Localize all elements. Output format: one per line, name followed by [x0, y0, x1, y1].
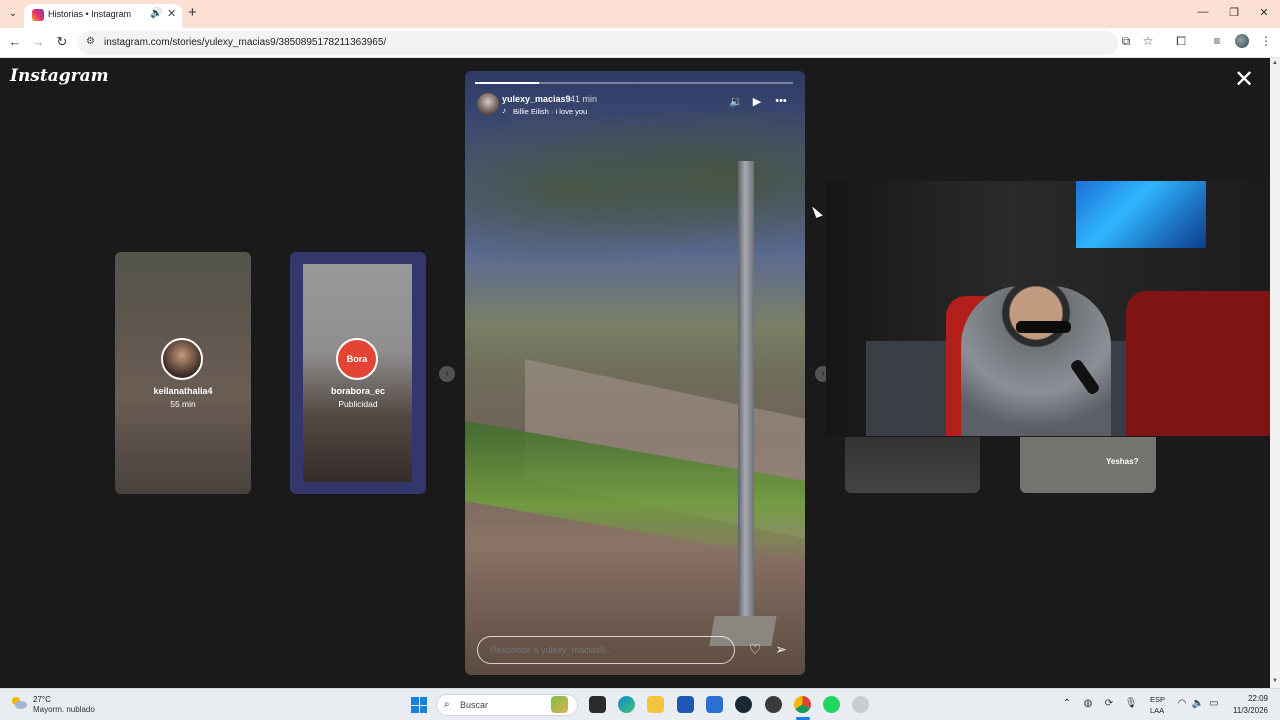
story-time: 55 min: [170, 399, 196, 409]
story-preview-keilanathalia4[interactable]: keilanathalia4 55 min: [115, 252, 251, 494]
profile-avatar[interactable]: [1235, 34, 1249, 48]
mute-icon[interactable]: 🔉: [728, 95, 744, 108]
back-icon[interactable]: ←: [6, 34, 24, 49]
task-view-icon[interactable]: [589, 696, 606, 713]
story-username: keilanathalia4: [153, 386, 213, 396]
window-close-icon[interactable]: ✕: [1254, 6, 1274, 19]
page-scrollbar[interactable]: ▲ ▼: [1270, 58, 1280, 688]
scroll-up-icon[interactable]: ▲: [1270, 60, 1280, 66]
weather-temperature[interactable]: 27°C: [33, 695, 51, 704]
avatar[interactable]: [477, 93, 499, 115]
media-controls-icon[interactable]: ≡: [1208, 34, 1226, 48]
story-preview-borabora-ec[interactable]: Bora borabora_ec Publicidad: [290, 252, 426, 494]
story-preview-right[interactable]: Yeshas?: [1020, 437, 1156, 493]
forward-icon[interactable]: →: [29, 34, 47, 49]
webcam-tv: [1076, 181, 1206, 248]
extensions-icon[interactable]: ⧠: [1172, 34, 1190, 49]
story-photo-lamp-pole: [738, 161, 754, 641]
browser-tab[interactable]: Historias • Instagram 🔊 ✕: [24, 4, 182, 28]
site-info-icon[interactable]: ⚙: [86, 36, 95, 47]
keyboard-layout[interactable]: LAA: [1150, 706, 1164, 715]
instagram-logo[interactable]: Instagram: [10, 66, 109, 86]
edge-icon[interactable]: [618, 696, 635, 713]
reload-icon[interactable]: ↻: [53, 34, 71, 50]
browser-titlebar: ⌄ Historias • Instagram 🔊 ✕ + — ❐ ✕: [0, 0, 1280, 28]
story-author[interactable]: yulexy_macias9: [502, 94, 571, 104]
address-bar[interactable]: ⚙ instagram.com/stories/yulexy_macias9/3…: [78, 31, 1118, 55]
webcam-overlay: [826, 181, 1280, 436]
play-icon[interactable]: ▶: [749, 95, 765, 108]
reply-field[interactable]: [477, 636, 735, 664]
weather-description[interactable]: Mayorm. nublado: [33, 705, 95, 714]
minimize-icon[interactable]: —: [1193, 6, 1213, 18]
story-photo-trees: [465, 111, 805, 281]
story-timestamp: 41 min: [570, 94, 598, 104]
restore-icon[interactable]: ❐: [1224, 6, 1244, 19]
current-story[interactable]: yulexy_macias9 41 min ♪ Billie Eilish · …: [465, 71, 805, 675]
windows-start-icon[interactable]: [411, 697, 427, 713]
story-music[interactable]: Billie Eilish · i love you: [513, 107, 587, 116]
story-preview-text: Yeshas?: [1106, 457, 1139, 466]
new-tab-plus-icon[interactable]: +: [188, 4, 197, 21]
music-bars-icon: ♪: [502, 106, 506, 115]
send-icon[interactable]: ➢: [772, 641, 790, 658]
clock-date[interactable]: 11/3/2026: [1210, 706, 1268, 715]
weather-cloud-icon[interactable]: [10, 695, 28, 711]
close-stories-icon[interactable]: ✕: [1234, 68, 1254, 92]
wifi-icon[interactable]: ◠: [1175, 698, 1189, 709]
tray-chevron-icon[interactable]: ⌃: [1060, 698, 1074, 709]
tab-title: Historias • Instagram: [48, 9, 132, 19]
steam-icon[interactable]: [735, 696, 752, 713]
story-progress-fill: [475, 82, 539, 84]
url-text[interactable]: instagram.com/stories/yulexy_macias9/385…: [104, 37, 386, 48]
language-indicator[interactable]: ESP: [1150, 695, 1165, 704]
previous-story-chevron-icon[interactable]: ‹: [439, 366, 455, 382]
widget-app-icon[interactable]: [551, 696, 568, 713]
file-explorer-icon[interactable]: [647, 696, 664, 713]
app-icon[interactable]: [852, 696, 869, 713]
webcam-sunglasses: [1016, 321, 1071, 333]
tab-close-icon[interactable]: ✕: [167, 7, 176, 20]
spotify-icon[interactable]: [823, 696, 840, 713]
speaker-icon[interactable]: 🔊: [150, 8, 162, 19]
chrome-icon[interactable]: [794, 696, 811, 713]
search-icon: ⌕: [444, 699, 450, 710]
windows-taskbar: 27°C Mayorm. nublado ⌕ Buscar ⌃ ◍ ⟳ 🎙 ES…: [0, 688, 1280, 720]
install-app-icon[interactable]: ⧉: [1117, 34, 1135, 49]
tray-app-icon[interactable]: ◍: [1081, 698, 1095, 709]
mouse-cursor-icon: [812, 204, 823, 218]
kebab-menu-icon[interactable]: ⋮: [1257, 34, 1275, 48]
instagram-favicon-icon: [32, 9, 44, 21]
avatar: [161, 338, 203, 380]
brand-avatar: Bora: [336, 338, 378, 380]
volume-icon[interactable]: 🔈: [1191, 698, 1205, 709]
webcam-person: [961, 286, 1111, 436]
microphone-icon[interactable]: 🎙: [1124, 698, 1138, 709]
browser-toolbar: ← → ↻ ⚙ instagram.com/stories/yulexy_mac…: [0, 28, 1280, 58]
stories-viewer: Instagram ✕ keilanathalia4 55 min Bora b…: [0, 58, 1280, 688]
star-icon[interactable]: ☆: [1139, 34, 1157, 48]
clock-time[interactable]: 22:09: [1224, 694, 1268, 703]
store-icon[interactable]: [677, 696, 694, 713]
sync-icon[interactable]: ⟳: [1102, 698, 1116, 709]
outlook-icon[interactable]: [706, 696, 723, 713]
tab-search-chevron-icon[interactable]: ⌄: [6, 7, 20, 21]
search-label: Buscar: [460, 700, 489, 710]
heart-icon[interactable]: ♡: [746, 641, 764, 658]
scroll-down-icon[interactable]: ▼: [1270, 678, 1280, 684]
story-username: borabora_ec: [330, 386, 386, 396]
reply-input[interactable]: [490, 645, 720, 655]
story-preview-right[interactable]: [845, 437, 980, 493]
more-icon[interactable]: •••: [773, 95, 789, 107]
sponsored-label: Publicidad: [338, 399, 378, 409]
story-progress-bar: [475, 82, 793, 84]
obs-icon[interactable]: [765, 696, 782, 713]
webcam-chair: [1126, 291, 1280, 436]
